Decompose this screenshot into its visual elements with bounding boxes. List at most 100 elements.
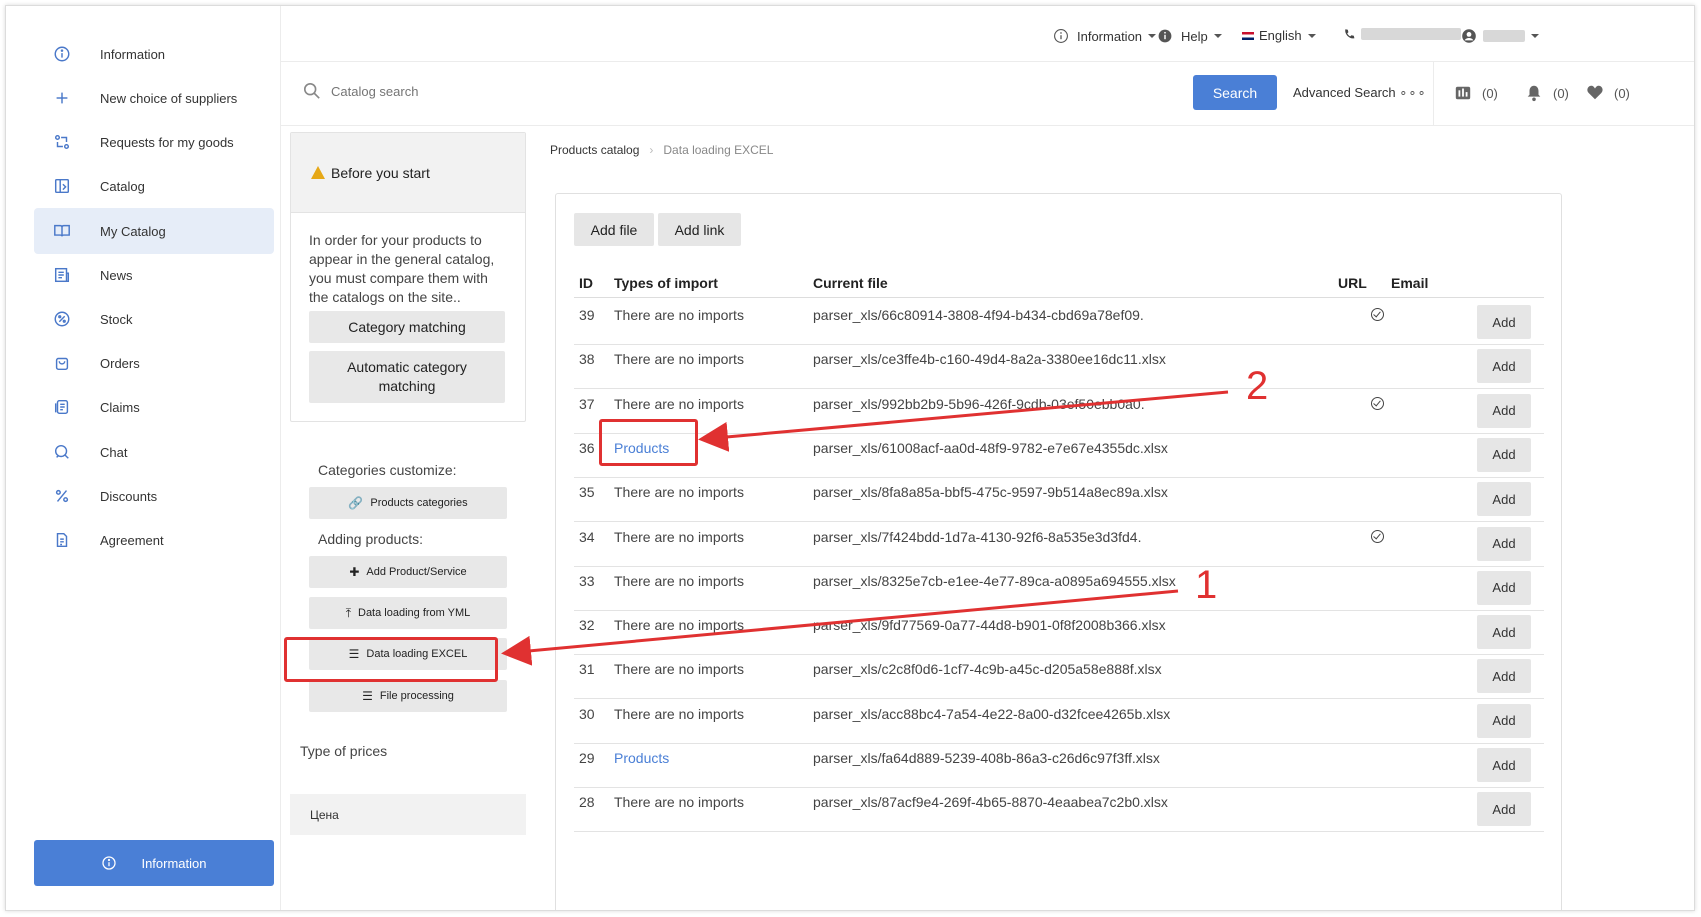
- info-icon: [1054, 29, 1068, 43]
- favorites-count: (0): [1614, 85, 1630, 101]
- sidebar-item-requests[interactable]: Requests for my goods: [34, 119, 274, 165]
- add-email-button[interactable]: Add: [1477, 437, 1531, 472]
- add-email-button[interactable]: Add: [1477, 349, 1531, 384]
- chevron-down-icon: [1531, 34, 1539, 38]
- button-label: Data loading from YML: [358, 607, 471, 619]
- help-menu[interactable]: Help: [1157, 28, 1222, 44]
- sidebar-item-chat[interactable]: Chat: [34, 429, 274, 475]
- search-icon: [303, 82, 320, 99]
- table-row: 36 Products parser_xls/61008acf-aa0d-48f9-…: [574, 433, 1544, 478]
- add-email-button[interactable]: Add: [1477, 748, 1531, 782]
- percent-circle-icon: [48, 309, 76, 329]
- row-id: 28: [579, 794, 595, 811]
- chevron-down-icon: [1148, 34, 1157, 38]
- sidebar-item-agreement[interactable]: Agreement: [34, 517, 274, 563]
- language-menu[interactable]: English: [1242, 28, 1316, 43]
- table-row: 28 There are no imports parser_xls/87acf9e…: [574, 787, 1544, 833]
- claims-icon: [48, 397, 76, 417]
- button-label: Add Product/Service: [366, 566, 467, 578]
- advanced-search-link[interactable]: Advanced Search ∘∘∘: [1293, 85, 1427, 101]
- category-matching-button[interactable]: Category matching: [309, 311, 505, 343]
- link-icon: 🔗: [348, 496, 364, 510]
- row-id: 39: [579, 307, 595, 323]
- row-id: 29: [579, 750, 595, 766]
- sidebar-item-catalog[interactable]: Catalog: [34, 163, 274, 209]
- panel-description: In order for your products to appear in …: [309, 232, 495, 305]
- row-current-file: parser_xls/ce3ffe4b-c160-49d4-8a2a-3380e…: [813, 351, 1166, 368]
- favorites-counter[interactable]: (0): [1586, 84, 1630, 102]
- percent-icon: [48, 486, 76, 506]
- warning-icon: [311, 166, 325, 179]
- check-circle-icon: [1371, 396, 1384, 410]
- document-icon: [48, 530, 76, 550]
- sidebar-item-label: My Catalog: [100, 223, 166, 239]
- sidebar-item-discounts[interactable]: Discounts: [34, 473, 274, 519]
- app-window: Information New choice of suppliers Requ…: [5, 5, 1695, 911]
- sidebar-item-orders[interactable]: Orders: [34, 340, 274, 386]
- check-circle-icon: [1371, 308, 1384, 321]
- breadcrumb-root[interactable]: Products catalog: [550, 143, 639, 157]
- chevron-down-icon: [1307, 33, 1316, 38]
- search-button[interactable]: Search: [1193, 75, 1277, 110]
- plus-icon: ✚: [349, 565, 360, 579]
- add-email-button[interactable]: Add: [1477, 659, 1531, 694]
- upload-icon: ⤒: [345, 605, 351, 620]
- add-product-button[interactable]: ✚ Add Product/Service: [309, 556, 507, 588]
- information-menu-label: Information: [1077, 28, 1143, 44]
- search-bar: Search Advanced Search ∘∘∘ (0) (0) (0): [281, 62, 1694, 126]
- chat-icon: [48, 442, 76, 462]
- redacted-phone: [1361, 28, 1461, 40]
- categories-customize-label: Categories customize:: [318, 462, 457, 478]
- sidebar-item-new-choice-of-suppliers[interactable]: New choice of suppliers: [34, 75, 274, 121]
- row-import-type: There are no imports: [614, 572, 744, 589]
- row-import-type: There are no imports: [614, 661, 744, 678]
- adding-products-label: Adding products:: [318, 531, 424, 547]
- add-link-button[interactable]: Add link: [658, 213, 741, 246]
- sidebar-item-news[interactable]: News: [34, 252, 274, 298]
- sidebar-item-claims[interactable]: Claims: [34, 384, 274, 430]
- row-current-file: parser_xls/8325e7cb-e1ee-4e77-89ca-a0895…: [813, 572, 1176, 589]
- user-menu[interactable]: [1461, 28, 1539, 44]
- add-email-button[interactable]: Add: [1477, 393, 1531, 428]
- search-input[interactable]: [331, 84, 631, 99]
- table-row: 35 There are no imports parser_xls/8fa8a85…: [574, 477, 1544, 523]
- plus-icon: [48, 88, 76, 108]
- compare-counter[interactable]: (0): [1454, 84, 1498, 102]
- row-current-file: parser_xls/9fd77569-0a77-44d8-b901-0f8f2…: [813, 617, 1166, 634]
- add-email-button[interactable]: Add: [1477, 792, 1531, 827]
- add-email-button[interactable]: Add: [1477, 482, 1531, 517]
- table-row: 33 There are no imports parser_xls/8325e7c…: [574, 566, 1544, 611]
- row-current-file: parser_xls/66c80914-3808-4f94-b434-cbd69…: [813, 307, 1144, 323]
- button-label: Products categories: [370, 497, 468, 509]
- add-email-button[interactable]: Add: [1477, 305, 1531, 339]
- compare-icon: [1455, 86, 1471, 100]
- add-file-button[interactable]: Add file: [574, 213, 654, 246]
- information-button[interactable]: Information: [34, 840, 274, 886]
- top-bar: Information Help English: [281, 6, 1694, 62]
- advanced-search-label: Advanced Search: [1293, 85, 1396, 100]
- row-current-file: parser_xls/c2c8f0d6-1cf7-4c9b-a45c-d205a…: [813, 661, 1162, 678]
- sidebar-item-information[interactable]: Information: [34, 31, 274, 77]
- column-id: ID: [579, 275, 593, 291]
- row-import-type[interactable]: Products: [614, 750, 669, 766]
- file-processing-button[interactable]: ☰ File processing: [309, 680, 507, 712]
- add-email-button[interactable]: Add: [1477, 526, 1531, 561]
- more-dots-icon: ∘∘∘: [1399, 85, 1427, 100]
- products-categories-button[interactable]: 🔗 Products categories: [309, 487, 507, 519]
- sidebar-item-stock[interactable]: Stock: [34, 296, 274, 342]
- information-menu[interactable]: Information: [1053, 28, 1157, 44]
- add-email-button[interactable]: Add: [1477, 570, 1531, 605]
- table-row: 31 There are no imports parser_xls/c2c8f0d…: [574, 654, 1544, 700]
- add-email-button[interactable]: Add: [1477, 703, 1531, 738]
- redacted-username: [1483, 30, 1525, 42]
- table-header: ID Types of import Current file URL Emai…: [574, 268, 1544, 298]
- price-type-item[interactable]: Цена: [290, 794, 526, 835]
- automatic-category-matching-button[interactable]: Automatic category matching: [309, 351, 505, 403]
- row-import-type: There are no imports: [614, 705, 744, 722]
- info-icon: [48, 44, 76, 64]
- data-loading-yml-button[interactable]: ⤒ Data loading from YML: [309, 597, 507, 629]
- sidebar-item-my-catalog[interactable]: My Catalog: [34, 208, 274, 254]
- add-email-button[interactable]: Add: [1477, 615, 1531, 650]
- exchange-icon: [48, 132, 76, 152]
- notifications-counter[interactable]: (0): [1525, 84, 1569, 102]
